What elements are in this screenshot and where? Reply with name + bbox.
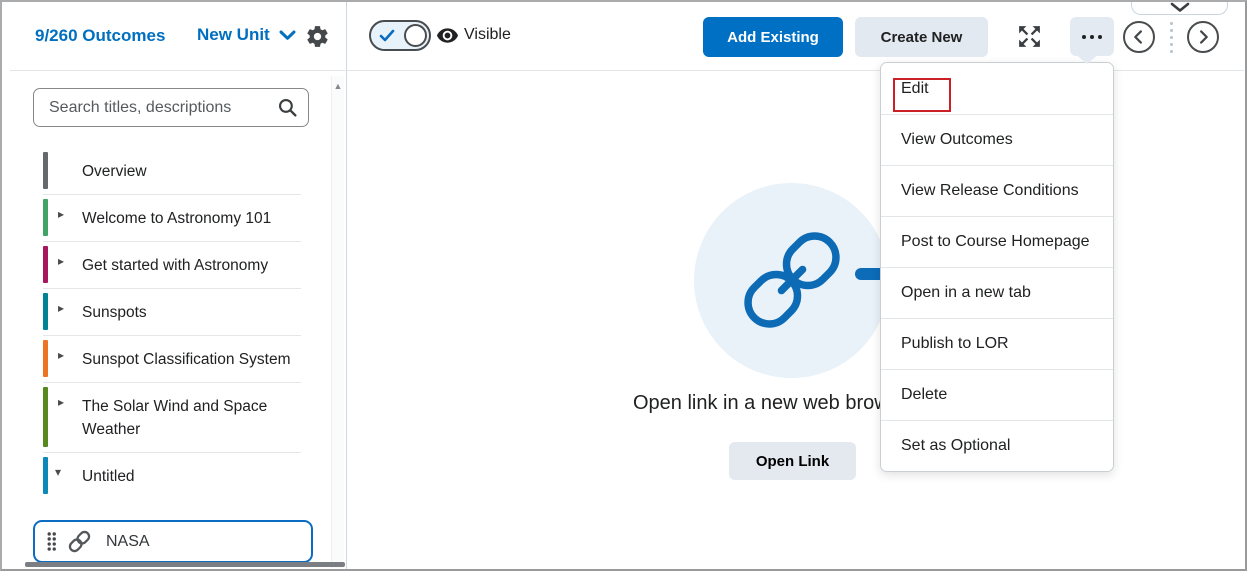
previous-item-button[interactable]	[1123, 21, 1155, 53]
sidebar-horizontal-scrollbar[interactable]	[25, 562, 345, 567]
module-color-bar	[43, 457, 48, 494]
selected-item-label: NASA	[106, 532, 150, 550]
sidebar-vertical-scrollbar[interactable]: ▲	[331, 76, 344, 568]
search-box	[33, 88, 309, 127]
tree-item-solar-wind[interactable]: ▸ The Solar Wind and Space Weather	[43, 383, 301, 453]
link-icon	[66, 528, 93, 555]
more-actions-button[interactable]	[1070, 17, 1114, 56]
menu-item-edit[interactable]: Edit	[881, 63, 1113, 114]
sidebar-main-separator	[346, 0, 347, 571]
expand-collapsed-icon[interactable]: ▸	[58, 301, 64, 315]
tree-item-sunspots[interactable]: ▸ Sunspots	[43, 289, 301, 336]
collapse-panel-button[interactable]	[1131, 0, 1228, 15]
module-color-bar	[43, 199, 48, 236]
open-link-button[interactable]: Open Link	[729, 442, 856, 480]
open-link-message: Open link in a new web browser	[633, 392, 917, 414]
menu-item-view-release-conditions[interactable]: View Release Conditions	[881, 165, 1113, 216]
tree-item-get-started[interactable]: ▸ Get started with Astronomy	[43, 242, 301, 289]
module-color-bar	[43, 387, 48, 447]
menu-item-publish-to-lor[interactable]: Publish to LOR	[881, 318, 1113, 369]
menu-item-post-to-course-homepage[interactable]: Post to Course Homepage	[881, 216, 1113, 267]
nav-dotted-divider	[1167, 22, 1175, 53]
module-color-bar	[43, 152, 48, 189]
menu-item-delete[interactable]: Delete	[881, 369, 1113, 420]
module-color-bar	[43, 293, 48, 330]
tree-item-label: Untitled	[82, 468, 135, 485]
new-unit-label: New Unit	[197, 25, 270, 44]
outcomes-link[interactable]: 9/260 Outcomes	[35, 26, 165, 46]
expand-collapsed-icon[interactable]: ▸	[58, 395, 64, 409]
toggle-knob	[404, 24, 427, 47]
search-input[interactable]	[34, 98, 277, 117]
scroll-up-icon[interactable]: ▲	[332, 76, 344, 91]
visible-label: Visible	[464, 26, 511, 43]
module-color-bar	[43, 246, 48, 283]
tree-item-nasa-selected[interactable]: NASA	[33, 520, 313, 563]
tree-item-overview[interactable]: Overview	[43, 148, 301, 195]
tree-item-label: Overview	[82, 163, 147, 180]
fullscreen-expand-icon[interactable]	[1016, 23, 1043, 53]
chevron-down-icon	[1169, 2, 1191, 13]
drag-handle-icon[interactable]	[46, 531, 57, 552]
new-unit-button[interactable]: New Unit	[197, 25, 296, 45]
content-tree: Overview ▸ Welcome to Astronomy 101 ▸ Ge…	[43, 148, 301, 499]
chevron-down-icon	[279, 30, 296, 41]
eye-icon	[436, 27, 459, 50]
tree-item-untitled[interactable]: ▾ Untitled	[43, 453, 301, 499]
visibility-toggle[interactable]	[369, 20, 431, 51]
module-color-bar	[43, 340, 48, 377]
app-window: 9/260 Outcomes New Unit Visible Add Exis…	[0, 0, 1247, 571]
expand-collapsed-icon[interactable]: ▸	[58, 254, 64, 268]
tree-item-label: The Solar Wind and Space Weather	[82, 398, 268, 438]
search-icon[interactable]	[277, 97, 298, 118]
tree-item-label: Welcome to Astronomy 101	[82, 210, 272, 227]
tree-item-sunspot-classification[interactable]: ▸ Sunspot Classification System	[43, 336, 301, 383]
gear-icon[interactable]	[305, 24, 330, 52]
next-item-button[interactable]	[1187, 21, 1219, 53]
menu-item-view-outcomes[interactable]: View Outcomes	[881, 114, 1113, 165]
tree-item-label: Sunspots	[82, 304, 147, 321]
tree-item-label: Get started with Astronomy	[82, 257, 269, 274]
menu-item-open-in-new-tab[interactable]: Open in a new tab	[881, 267, 1113, 318]
add-existing-button[interactable]: Add Existing	[703, 17, 843, 57]
tree-item-welcome[interactable]: ▸ Welcome to Astronomy 101	[43, 195, 301, 242]
expand-collapsed-icon[interactable]: ▸	[58, 207, 64, 221]
tree-item-label: Sunspot Classification System	[82, 351, 291, 368]
menu-item-set-as-optional[interactable]: Set as Optional	[881, 420, 1113, 471]
create-new-button[interactable]: Create New	[855, 17, 988, 57]
menu-caret	[1075, 54, 1099, 64]
chain-link-icon	[728, 216, 856, 349]
context-menu: Edit View Outcomes View Release Conditio…	[880, 62, 1114, 472]
expand-collapsed-icon[interactable]: ▸	[58, 348, 64, 362]
expand-expanded-icon[interactable]: ▾	[55, 465, 61, 479]
check-icon	[379, 29, 395, 42]
